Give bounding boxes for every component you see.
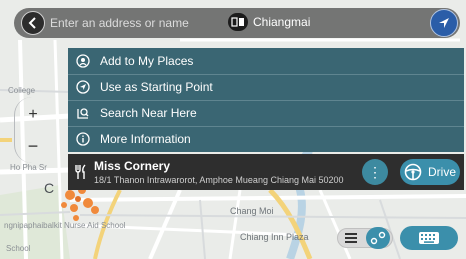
navigation-arrow-icon [439, 18, 449, 28]
starting-point-icon [76, 80, 90, 94]
route-view-button[interactable] [366, 227, 390, 249]
place-address: 18/1 Thanon Intrawarorot, Amphoe Mueang … [94, 175, 344, 185]
map-label-ho-pha: Ho Pha Sr [10, 163, 47, 172]
restaurant-icon [74, 164, 88, 180]
map-label-chang-moi: Chang Moi [230, 206, 274, 216]
menu-item-more-information[interactable]: More Information [68, 126, 464, 152]
map-label-city: C [44, 180, 55, 196]
search-input[interactable] [50, 10, 220, 36]
menu-item-label: Add to My Places [100, 54, 194, 68]
place-card[interactable]: Miss Cornery 18/1 Thanon Intrawarorot, A… [68, 154, 464, 190]
zoom-out-button[interactable]: − [20, 134, 46, 158]
menu-item-label: More Information [100, 132, 191, 146]
zoom-in-button[interactable]: + [20, 103, 46, 127]
menu-item-use-as-starting-point[interactable]: Use as Starting Point [68, 74, 464, 100]
more-options-button[interactable]: ⋮ [362, 159, 388, 185]
back-button[interactable] [21, 11, 45, 35]
map-label-chiang-inn: Chiang Inn Plaza [240, 232, 309, 242]
place-pin-icon [76, 54, 90, 68]
region-label[interactable]: Chiangmai [253, 15, 310, 29]
search-near-icon [76, 106, 90, 120]
navigation-button[interactable] [430, 9, 458, 37]
drive-button[interactable]: Drive [400, 159, 460, 185]
map-label-school: School [6, 244, 31, 253]
place-title: Miss Cornery [94, 159, 171, 173]
drive-label: Drive [428, 165, 457, 179]
region-icon [231, 17, 244, 27]
menu-item-label: Search Near Here [100, 106, 197, 120]
steering-wheel-icon [404, 163, 422, 181]
menu-icon [345, 233, 357, 243]
map-screen: College Ho Pha Sr C ngnipaphaibalkit Nur… [0, 0, 466, 259]
info-icon [76, 132, 90, 146]
map-label-college: College [8, 86, 36, 95]
menu-item-label: Use as Starting Point [100, 80, 213, 94]
list-view-button[interactable] [343, 231, 359, 245]
keyboard-icon [419, 232, 439, 244]
menu-item-search-near-here[interactable]: Search Near Here [68, 100, 464, 126]
region-selector-button[interactable] [228, 13, 248, 31]
chevron-left-icon [28, 17, 36, 29]
route-icon [370, 231, 386, 245]
map-label-nurse-school: ngnipaphaibalkit Nurse Aid School [4, 221, 126, 230]
keyboard-button[interactable] [400, 226, 458, 250]
context-menu: Add to My Places Use as Starting Point S… [68, 48, 464, 152]
menu-item-add-to-my-places[interactable]: Add to My Places [68, 48, 464, 74]
